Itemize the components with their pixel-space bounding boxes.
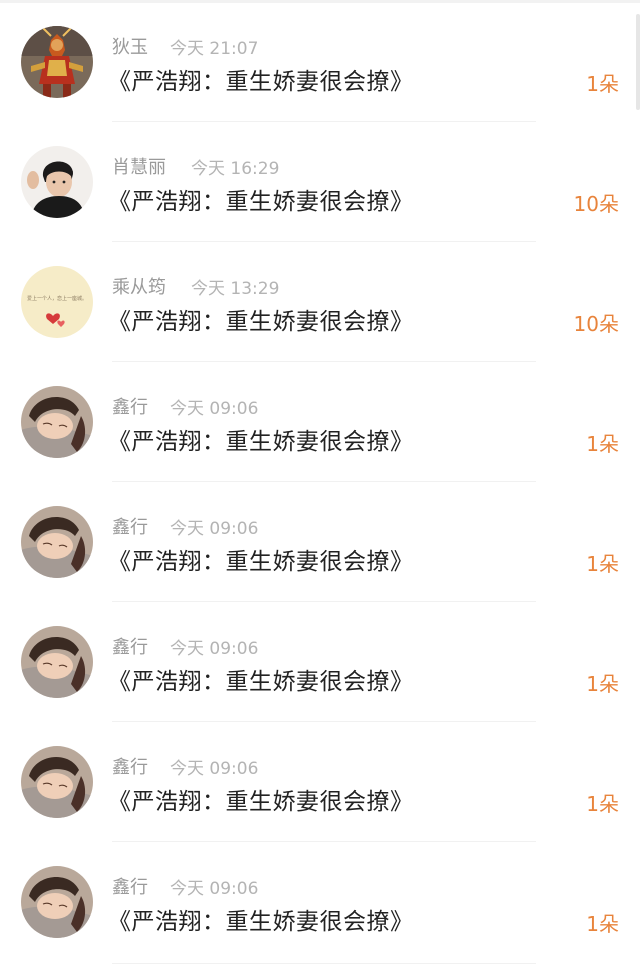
avatar[interactable] <box>21 746 93 818</box>
book-title[interactable]: 《严浩翔：重生娇妻很会撩》 <box>108 422 414 456</box>
timestamp: 今天 13:29 <box>191 279 280 299</box>
scrollbar[interactable] <box>636 14 640 110</box>
timestamp: 今天 09:06 <box>170 879 259 899</box>
sleeping-boy-avatar-icon <box>21 626 93 698</box>
book-title[interactable]: 《严浩翔：重生娇妻很会撩》 <box>108 662 414 696</box>
avatar-caption: 爱上一个人，恋上一座城。 <box>27 295 87 302</box>
book-title[interactable]: 《严浩翔：重生娇妻很会撩》 <box>108 782 414 816</box>
avatar[interactable] <box>21 146 93 218</box>
avatar[interactable] <box>21 626 93 698</box>
book-title[interactable]: 《严浩翔：重生娇妻很会撩》 <box>108 542 414 576</box>
list-item[interactable]: 鑫行 今天 09:06 《严浩翔：重生娇妻很会撩》 1朵 <box>0 840 640 960</box>
list-item[interactable]: 爱上一个人，恋上一座城。 乘从筠 今天 13:29 《严浩翔：重生娇妻很会撩》 … <box>0 240 640 362</box>
user-name[interactable]: 狄玉 <box>112 33 148 59</box>
flower-count: 1朵 <box>586 912 619 936</box>
text-heart-avatar-icon: 爱上一个人，恋上一座城。 <box>21 266 93 338</box>
avatar[interactable] <box>21 506 93 578</box>
monkey-king-avatar-icon <box>21 26 93 98</box>
list-item[interactable]: 鑫行 今天 09:06 《严浩翔：重生娇妻很会撩》 1朵 <box>0 480 640 602</box>
flower-count: 10朵 <box>573 192 619 216</box>
timestamp: 今天 16:29 <box>191 159 280 179</box>
flower-count: 1朵 <box>586 792 619 816</box>
user-name[interactable]: 鑫行 <box>112 513 148 539</box>
book-title[interactable]: 《严浩翔：重生娇妻很会撩》 <box>108 902 414 936</box>
user-name[interactable]: 鑫行 <box>112 873 148 899</box>
avatar[interactable]: 爱上一个人，恋上一座城。 <box>21 266 93 338</box>
sleeping-boy-avatar-icon <box>21 386 93 458</box>
list-item[interactable]: 鑫行 今天 09:06 《严浩翔：重生娇妻很会撩》 1朵 <box>0 360 640 482</box>
book-title[interactable]: 《严浩翔：重生娇妻很会撩》 <box>108 62 414 96</box>
timestamp: 今天 09:06 <box>170 519 259 539</box>
sleeping-boy-avatar-icon <box>21 866 93 938</box>
flower-count: 1朵 <box>586 72 619 96</box>
list-item[interactable]: 狄玉 今天 21:07 《严浩翔：重生娇妻很会撩》 1朵 <box>0 0 640 122</box>
flower-count: 1朵 <box>586 432 619 456</box>
timestamp: 今天 09:06 <box>170 639 259 659</box>
user-name[interactable]: 乘从筠 <box>112 273 166 299</box>
timestamp: 今天 09:06 <box>170 759 259 779</box>
avatar[interactable] <box>21 386 93 458</box>
flower-count: 10朵 <box>573 312 619 336</box>
list-item[interactable]: 鑫行 今天 09:06 《严浩翔：重生娇妻很会撩》 1朵 <box>0 720 640 842</box>
book-title[interactable]: 《严浩翔：重生娇妻很会撩》 <box>108 302 414 336</box>
user-name[interactable]: 鑫行 <box>112 753 148 779</box>
sleeping-boy-avatar-icon <box>21 746 93 818</box>
boy-selfie-avatar-icon <box>21 146 93 218</box>
list-item[interactable]: 鑫行 今天 09:06 《严浩翔：重生娇妻很会撩》 1朵 <box>0 600 640 722</box>
timestamp: 今天 09:06 <box>170 399 259 419</box>
timestamp: 今天 21:07 <box>170 39 259 59</box>
flower-count: 1朵 <box>586 552 619 576</box>
avatar[interactable] <box>21 866 93 938</box>
user-name[interactable]: 肖慧丽 <box>112 153 166 179</box>
row-divider <box>112 963 536 964</box>
avatar[interactable] <box>21 26 93 98</box>
user-name[interactable]: 鑫行 <box>112 633 148 659</box>
flower-count: 1朵 <box>586 672 619 696</box>
sleeping-boy-avatar-icon <box>21 506 93 578</box>
user-name[interactable]: 鑫行 <box>112 393 148 419</box>
list-item[interactable]: 肖慧丽 今天 16:29 《严浩翔：重生娇妻很会撩》 10朵 <box>0 120 640 242</box>
book-title[interactable]: 《严浩翔：重生娇妻很会撩》 <box>108 182 414 216</box>
